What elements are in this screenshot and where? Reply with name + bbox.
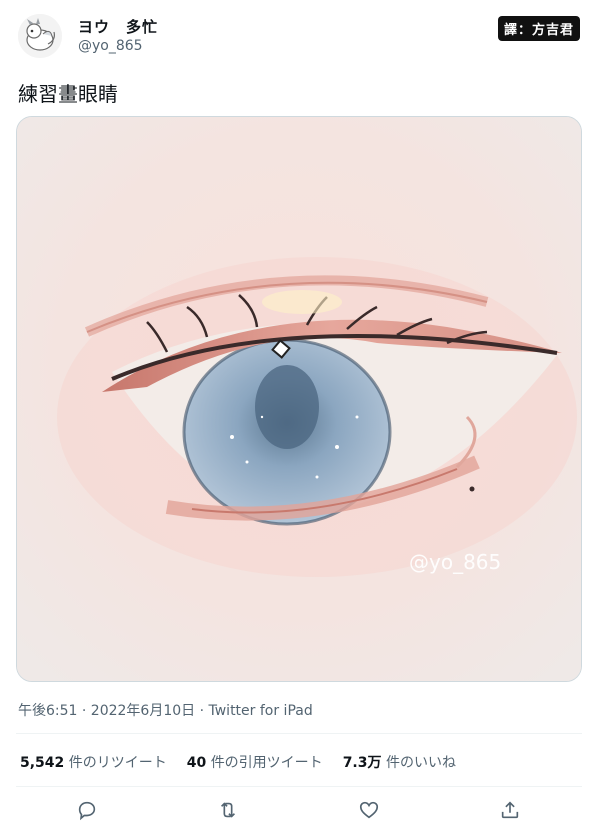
share-button[interactable]	[499, 799, 523, 823]
reply-icon	[78, 801, 96, 821]
display-name[interactable]: ヨウ 多忙	[78, 16, 158, 37]
dragon-avatar-icon	[18, 14, 62, 58]
likes-label: 件のいいね	[385, 755, 456, 771]
user-handle[interactable]: @yo_865	[78, 38, 143, 54]
likes-stat[interactable]: 7.3万 件のいいね	[343, 752, 456, 772]
image-watermark: @yo_865	[409, 550, 501, 574]
tweet-header: ヨウ 多忙 @yo_865 譯：方吉君	[0, 0, 598, 70]
retweets-label: 件のリツイート	[68, 755, 167, 771]
tweet-stats: 5,542 件のリツイート 40 件の引用ツイート 7.3万 件のいいね	[20, 752, 456, 772]
tweet-actions	[0, 795, 598, 827]
tweet-image[interactable]: @yo_865	[16, 116, 582, 682]
reply-button[interactable]	[76, 799, 100, 823]
heart-icon	[359, 801, 379, 819]
quotes-label: 件の引用ツイート	[210, 755, 323, 771]
retweets-stat[interactable]: 5,542 件のリツイート	[20, 752, 167, 772]
divider	[16, 786, 582, 787]
retweet-icon	[220, 802, 236, 818]
quotes-count: 40	[186, 755, 207, 771]
like-button[interactable]	[358, 799, 382, 823]
likes-count: 7.3万	[342, 755, 382, 771]
tweet-text: 練習畫眼睛	[18, 82, 118, 106]
share-icon	[501, 801, 519, 819]
retweet-button[interactable]	[217, 799, 241, 823]
tweet-timestamp[interactable]: 午後6:51 · 2022年6月10日 · Twitter for iPad	[18, 700, 313, 720]
eye-illustration: @yo_865	[17, 117, 581, 681]
avatar[interactable]	[18, 14, 62, 58]
translator-badge: 譯：方吉君	[497, 16, 580, 41]
divider	[16, 733, 582, 734]
retweets-count: 5,542	[20, 755, 65, 771]
quotes-stat[interactable]: 40 件の引用ツイート	[187, 752, 323, 772]
